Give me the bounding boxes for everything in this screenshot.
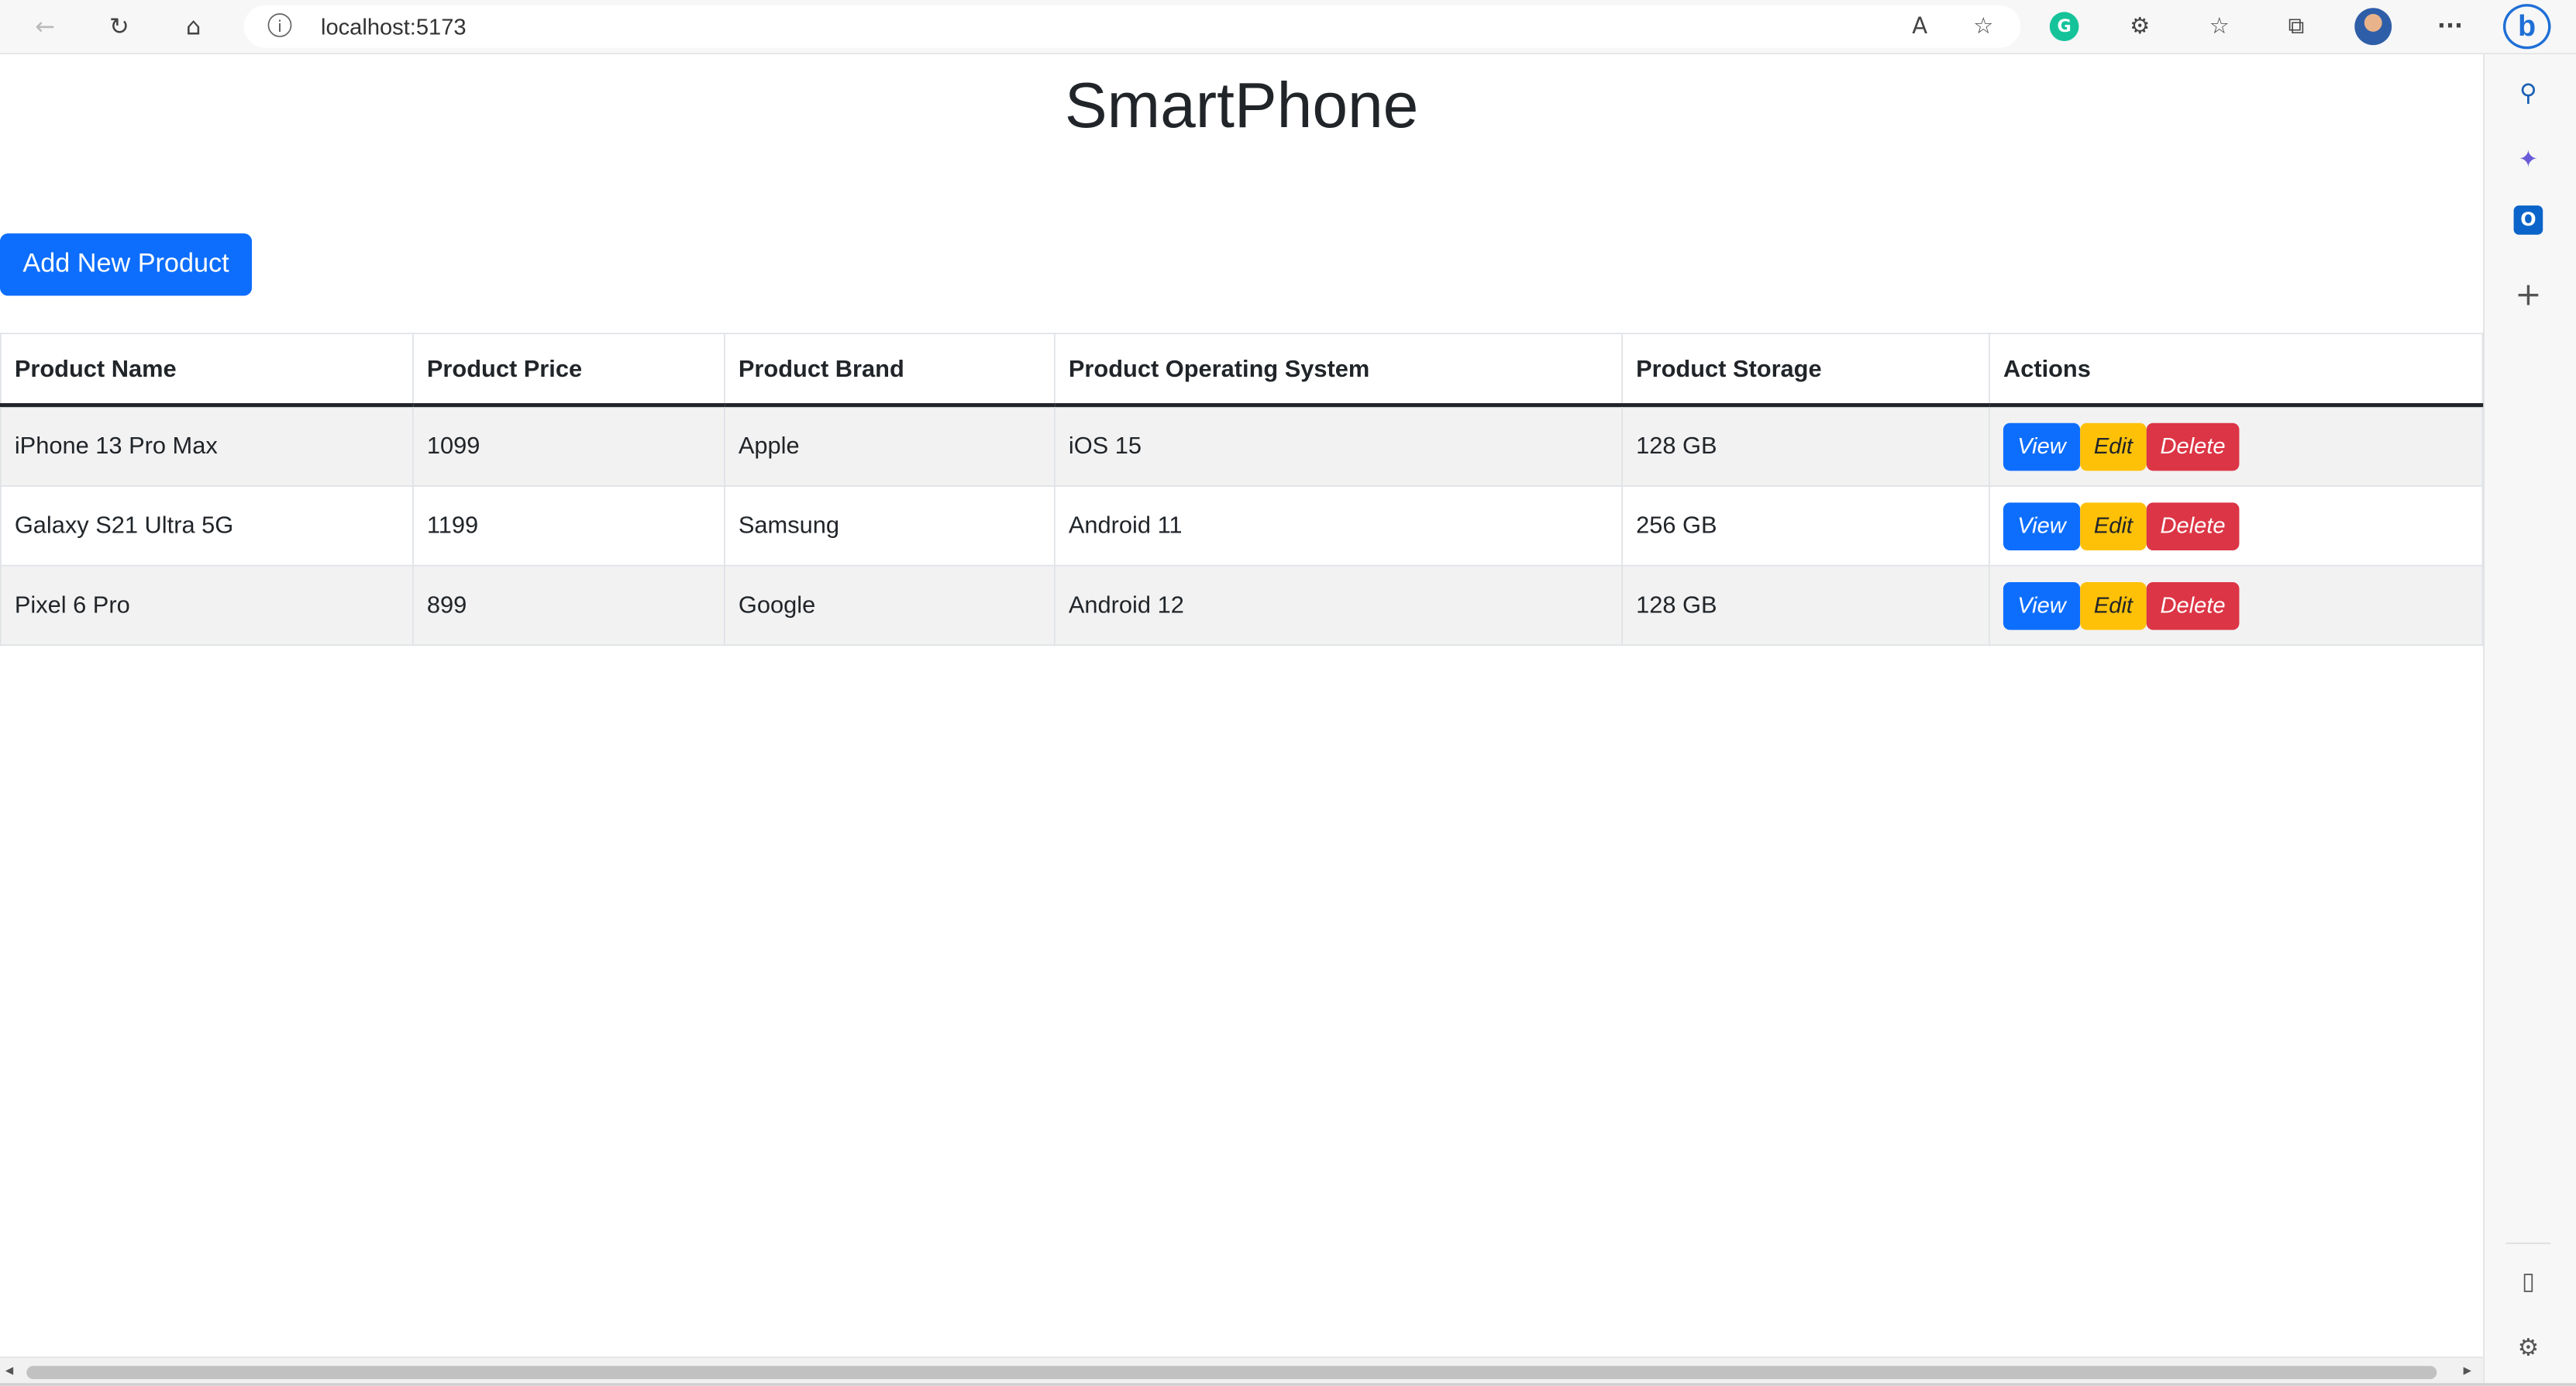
column-header-actions: Actions: [1989, 333, 2484, 408]
cell-product-name: Pixel 6 Pro: [0, 565, 414, 646]
home-icon[interactable]: ⌂: [175, 8, 212, 45]
cell-product-price: 899: [412, 565, 725, 646]
table-row: Pixel 6 Pro 899 Google Android 12 128 GB…: [0, 565, 2484, 646]
back-arrow-icon[interactable]: ←: [26, 8, 64, 45]
scroll-right-arrow-icon[interactable]: ▸: [2464, 1360, 2471, 1379]
profile-avatar[interactable]: [2354, 8, 2392, 46]
cell-product-name: Galaxy S21 Ultra 5G: [0, 485, 414, 567]
extensions-icon[interactable]: ⚙: [2121, 8, 2158, 45]
refresh-icon[interactable]: ↻: [101, 8, 138, 45]
copilot-icon[interactable]: b: [2502, 4, 2551, 50]
column-header-product-price: Product Price: [412, 333, 725, 408]
cell-product-name: iPhone 13 Pro Max: [0, 405, 414, 487]
view-button[interactable]: View: [2003, 422, 2081, 471]
table-row: Galaxy S21 Ultra 5G 1199 Samsung Android…: [0, 485, 2484, 567]
cell-product-brand: Samsung: [724, 485, 1056, 567]
cell-product-os: Android 12: [1054, 565, 1623, 646]
delete-button[interactable]: Delete: [2146, 581, 2240, 629]
collections-icon[interactable]: ⧉: [2278, 8, 2315, 45]
view-button[interactable]: View: [2003, 581, 2081, 629]
cell-product-brand: Google: [724, 565, 1056, 646]
table-row: iPhone 13 Pro Max 1099 Apple iOS 15 128 …: [0, 405, 2484, 487]
edit-button[interactable]: Edit: [2080, 422, 2147, 471]
outlook-icon[interactable]: O: [2513, 205, 2543, 235]
window-bottom-border: [0, 1383, 2576, 1386]
horizontal-scrollbar[interactable]: ◂ ▸: [0, 1357, 2484, 1385]
favorites-icon[interactable]: ☆: [2201, 8, 2238, 45]
address-url[interactable]: localhost:5173: [321, 15, 467, 41]
cell-actions: View Edit Delete: [1989, 485, 2484, 567]
settings-icon[interactable]: ⚙: [2509, 1327, 2548, 1367]
cell-product-os: iOS 15: [1054, 405, 1623, 487]
address-bar[interactable]: i localhost:5173: [243, 5, 2021, 48]
products-table: Product Name Product Price Product Brand…: [0, 333, 2484, 646]
cell-product-storage: 128 GB: [1622, 405, 1990, 487]
column-header-product-name: Product Name: [0, 333, 414, 408]
browser-sidebar: ⚲ ✦ O + ▯ ⚙: [2484, 54, 2576, 1384]
cell-product-storage: 256 GB: [1622, 485, 1990, 567]
sidebar-layout-icon[interactable]: ▯: [2509, 1261, 2548, 1301]
cell-product-storage: 128 GB: [1622, 565, 1990, 646]
cell-actions: View Edit Delete: [1989, 565, 2484, 646]
grammarly-icon[interactable]: G: [2049, 12, 2079, 42]
cell-product-os: Android 11: [1054, 485, 1623, 567]
browser-toolbar: ← ↻ ⌂ i localhost:5173 A ☆ G ⚙ ☆ ⧉ ··· b: [0, 0, 2576, 55]
search-icon[interactable]: ⚲: [2509, 73, 2548, 112]
add-favorite-icon[interactable]: ☆: [1965, 8, 2002, 45]
delete-button[interactable]: Delete: [2146, 502, 2240, 550]
add-new-product-button[interactable]: Add New Product: [0, 233, 253, 296]
scroll-left-arrow-icon[interactable]: ◂: [5, 1360, 13, 1379]
edit-button[interactable]: Edit: [2080, 581, 2147, 629]
more-icon[interactable]: ···: [2432, 8, 2469, 45]
copilot-sidebar-icon[interactable]: ✦: [2509, 140, 2548, 179]
column-header-product-brand: Product Brand: [724, 333, 1056, 408]
scrollbar-thumb[interactable]: [26, 1366, 2437, 1380]
column-header-product-storage: Product Storage: [1622, 333, 1990, 408]
sidebar-divider: [2505, 1242, 2551, 1244]
cell-product-price: 1099: [412, 405, 725, 487]
info-icon[interactable]: i: [267, 13, 292, 37]
table-header-row: Product Name Product Price Product Brand…: [0, 333, 2484, 408]
view-button[interactable]: View: [2003, 502, 2081, 550]
add-icon[interactable]: +: [2509, 274, 2548, 314]
column-header-product-os: Product Operating System: [1054, 333, 1623, 408]
delete-button[interactable]: Delete: [2146, 422, 2240, 471]
edit-button[interactable]: Edit: [2080, 502, 2147, 550]
page-title: SmartPhone: [1064, 71, 1419, 143]
cell-product-price: 1199: [412, 485, 725, 567]
page-viewport: SmartPhone Add New Product Product Name …: [0, 54, 2485, 1385]
read-aloud-icon[interactable]: A: [1901, 8, 1938, 45]
cell-actions: View Edit Delete: [1989, 405, 2484, 487]
cell-product-brand: Apple: [724, 405, 1056, 487]
